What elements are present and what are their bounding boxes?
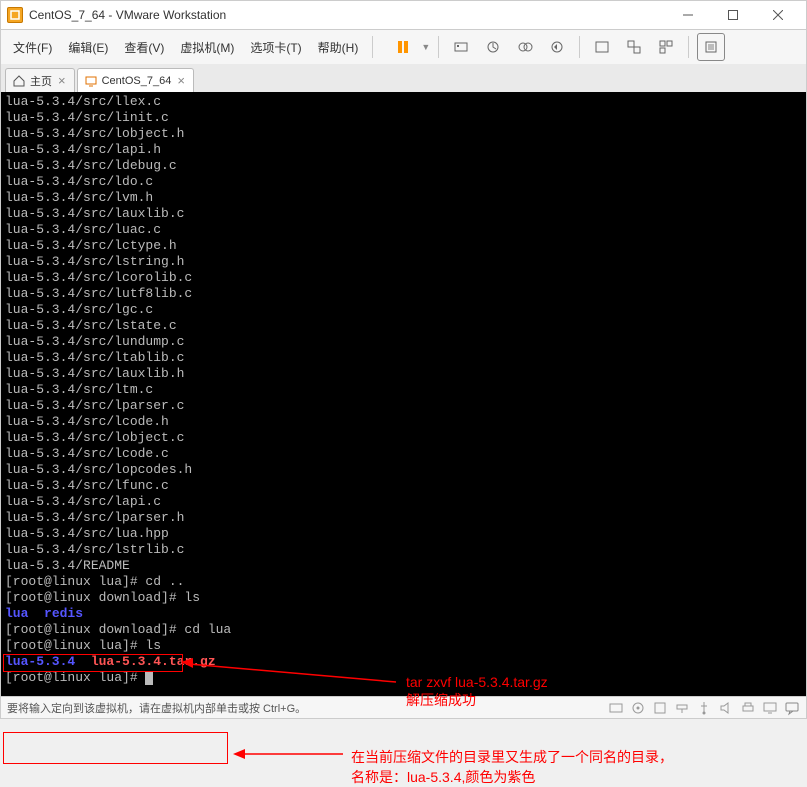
menu-help[interactable]: 帮助(H) [312, 35, 365, 60]
maximize-button[interactable] [710, 1, 755, 29]
menu-vm[interactable]: 虚拟机(M) [174, 35, 240, 60]
terminal[interactable]: lua-5.3.4/src/llex.clua-5.3.4/src/linit.… [1, 92, 806, 696]
device-hdd-icon[interactable] [608, 700, 624, 716]
annotation-box-2 [3, 732, 228, 764]
separator [438, 36, 439, 58]
tabbar: 主页 × CentOS_7_64 × [0, 64, 807, 92]
tab-close-icon[interactable]: × [56, 73, 68, 88]
arrow-2 [233, 744, 348, 764]
separator [688, 36, 689, 58]
minimize-button[interactable] [665, 1, 710, 29]
pause-button[interactable] [389, 33, 417, 61]
device-printer-icon[interactable] [740, 700, 756, 716]
separator [579, 36, 580, 58]
send-ctrl-alt-del-button[interactable] [447, 33, 475, 61]
thumbnail-button[interactable] [652, 33, 680, 61]
window-title: CentOS_7_64 - VMware Workstation [29, 8, 665, 22]
statusbar: 要将输入定向到该虚拟机，请在虚拟机内部单击或按 Ctrl+G。 [0, 697, 807, 719]
menu-edit[interactable]: 编辑(E) [62, 35, 114, 60]
separator [372, 36, 373, 58]
annotation-line: 在当前压缩文件的目录里又生成了一个同名的目录， [351, 747, 673, 767]
menubar: 文件(F) 编辑(E) 查看(V) 虚拟机(M) 选项卡(T) 帮助(H) ▼ [0, 30, 807, 64]
titlebar: CentOS_7_64 - VMware Workstation [0, 0, 807, 30]
device-cd-icon[interactable] [630, 700, 646, 716]
annotation-text-2: 在当前压缩文件的目录里又生成了一个同名的目录， 名称是：lua-5.3.4,颜色… [351, 747, 673, 787]
unity-button[interactable] [620, 33, 648, 61]
tab-home[interactable]: 主页 × [5, 68, 75, 92]
device-floppy-icon[interactable] [652, 700, 668, 716]
dropdown-icon[interactable]: ▼ [421, 42, 430, 52]
tab-vm-centos[interactable]: CentOS_7_64 × [77, 68, 194, 92]
device-display-icon[interactable] [762, 700, 778, 716]
home-icon [12, 74, 26, 88]
terminal-container: lua-5.3.4/src/llex.clua-5.3.4/src/linit.… [0, 92, 807, 697]
snapshot-button[interactable] [479, 33, 507, 61]
device-sound-icon[interactable] [718, 700, 734, 716]
message-icon[interactable] [784, 700, 800, 716]
snapshot-manager-button[interactable] [511, 33, 539, 61]
menu-tabs[interactable]: 选项卡(T) [244, 35, 307, 60]
revert-snapshot-button[interactable] [543, 33, 571, 61]
tab-close-icon[interactable]: × [175, 73, 187, 88]
menu-view[interactable]: 查看(V) [118, 35, 170, 60]
tab-label: 主页 [30, 73, 52, 89]
device-network-icon[interactable] [674, 700, 690, 716]
annotation-line: 名称是：lua-5.3.4,颜色为紫色 [351, 767, 673, 787]
close-button[interactable] [755, 1, 800, 29]
tab-label: CentOS_7_64 [102, 75, 172, 87]
device-usb-icon[interactable] [696, 700, 712, 716]
stretch-button[interactable] [697, 33, 725, 61]
fullscreen-button[interactable] [588, 33, 616, 61]
app-icon [7, 7, 23, 23]
status-text: 要将输入定向到该虚拟机，请在虚拟机内部单击或按 Ctrl+G。 [7, 700, 306, 716]
vm-icon [84, 74, 98, 88]
menu-file[interactable]: 文件(F) [7, 35, 58, 60]
